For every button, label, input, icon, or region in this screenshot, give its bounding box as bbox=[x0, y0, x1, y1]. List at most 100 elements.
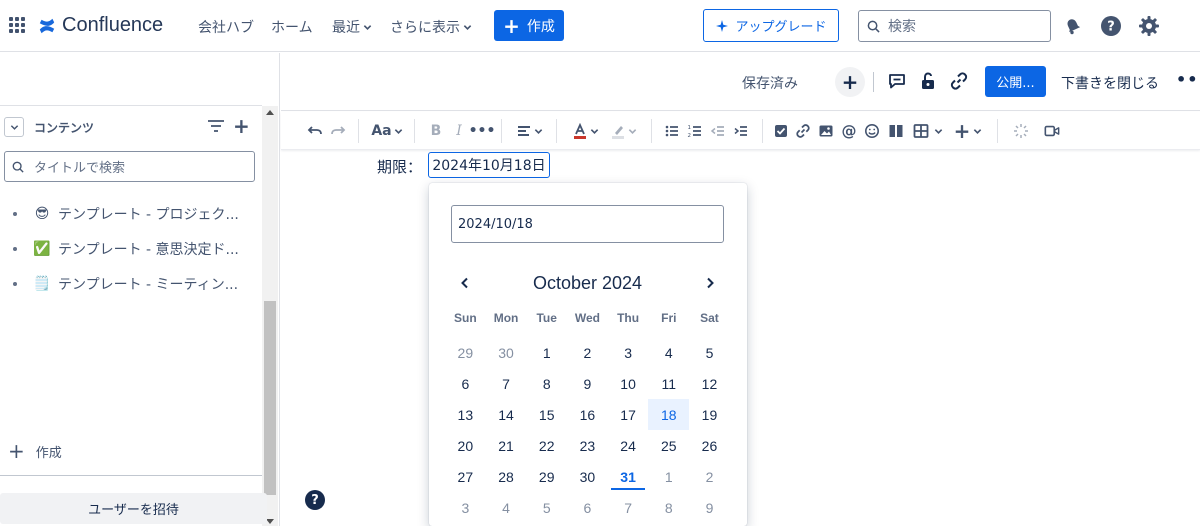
calendar-day[interactable]: 5 bbox=[526, 492, 567, 523]
calendar-day[interactable]: 15 bbox=[526, 399, 567, 430]
nav-home[interactable]: ホーム bbox=[271, 17, 313, 37]
sidebar-create-button[interactable]: + 作成 bbox=[8, 441, 62, 461]
calendar-day[interactable]: 4 bbox=[486, 492, 527, 523]
insert-image-icon[interactable] bbox=[818, 121, 834, 141]
sidebar-scrollbar[interactable] bbox=[262, 106, 278, 526]
calendar-day[interactable]: 9 bbox=[689, 492, 730, 523]
calendar-day[interactable]: 24 bbox=[608, 430, 649, 461]
calendar-day[interactable]: 2 bbox=[567, 337, 608, 368]
italic-button[interactable]: I bbox=[451, 121, 467, 141]
calendar-day[interactable]: 30 bbox=[567, 461, 608, 492]
notifications-icon[interactable] bbox=[1061, 14, 1085, 38]
bullet-list-icon[interactable] bbox=[664, 121, 680, 141]
calendar-day[interactable]: 16 bbox=[567, 399, 608, 430]
text-style-dropdown[interactable]: Aa bbox=[371, 121, 403, 141]
indent-icon[interactable] bbox=[733, 121, 749, 141]
date-chip[interactable]: 2024年10月18日 bbox=[428, 152, 550, 178]
restrictions-lock-icon[interactable] bbox=[917, 70, 939, 92]
collapse-button[interactable] bbox=[4, 117, 24, 137]
emoji-icon[interactable] bbox=[864, 121, 880, 141]
calendar-day[interactable]: 7 bbox=[486, 368, 527, 399]
nav-more[interactable]: さらに表示 bbox=[390, 17, 472, 37]
bold-button[interactable]: B bbox=[428, 121, 444, 141]
outdent-icon[interactable] bbox=[710, 121, 726, 141]
task-checkbox-icon[interactable] bbox=[773, 121, 789, 141]
calendar-day[interactable]: 29 bbox=[445, 337, 486, 368]
calendar-day[interactable]: 25 bbox=[648, 430, 689, 461]
next-month-button[interactable] bbox=[700, 273, 720, 293]
scroll-thumb[interactable] bbox=[264, 301, 276, 495]
numbered-list-icon[interactable]: 12 bbox=[687, 121, 703, 141]
date-input[interactable]: 2024/10/18 bbox=[451, 205, 724, 243]
add-collaborator-button[interactable]: + bbox=[835, 67, 865, 97]
invite-users-button[interactable]: ユーザーを招待 bbox=[0, 493, 267, 524]
comment-icon[interactable] bbox=[886, 70, 908, 92]
title-search-input[interactable]: タイトルで検索 bbox=[4, 151, 255, 182]
scroll-down-arrow-icon[interactable] bbox=[266, 519, 274, 524]
help-icon[interactable]: ? bbox=[1099, 14, 1123, 38]
calendar-day[interactable]: 27 bbox=[445, 461, 486, 492]
layouts-icon[interactable] bbox=[887, 121, 905, 141]
calendar-day[interactable]: 5 bbox=[689, 337, 730, 368]
tree-item[interactable]: 😎 テンプレート - プロジェク... bbox=[0, 196, 255, 231]
publish-button[interactable]: 公開... bbox=[985, 66, 1046, 97]
calendar-day[interactable]: 6 bbox=[567, 492, 608, 523]
calendar-day[interactable]: 1 bbox=[526, 337, 567, 368]
app-switcher-icon[interactable] bbox=[9, 17, 25, 33]
tree-item[interactable]: 🗒️ テンプレート - ミーティン... bbox=[0, 266, 255, 301]
highlight-dropdown[interactable] bbox=[608, 121, 638, 141]
scroll-up-arrow-icon[interactable] bbox=[266, 110, 274, 115]
calendar-day[interactable]: 17 bbox=[608, 399, 649, 430]
search-input[interactable]: 検索 bbox=[858, 10, 1051, 42]
table-dropdown[interactable] bbox=[912, 121, 944, 141]
calendar-day[interactable]: 4 bbox=[648, 337, 689, 368]
calendar-day[interactable]: 18 bbox=[648, 399, 690, 430]
calendar-day[interactable]: 7 bbox=[608, 492, 649, 523]
calendar-day[interactable]: 11 bbox=[648, 368, 689, 399]
confluence-logo[interactable]: Confluence bbox=[38, 14, 163, 37]
calendar-day[interactable]: 10 bbox=[608, 368, 649, 399]
calendar-day[interactable]: 23 bbox=[567, 430, 608, 461]
insert-link-icon[interactable] bbox=[795, 121, 811, 141]
calendar-day[interactable]: 29 bbox=[526, 461, 567, 492]
calendar-day[interactable]: 2 bbox=[689, 461, 730, 492]
text-color-dropdown[interactable] bbox=[570, 121, 600, 141]
help-icon[interactable]: ? bbox=[305, 490, 325, 510]
calendar-day[interactable]: 9 bbox=[567, 368, 608, 399]
video-icon[interactable] bbox=[1043, 121, 1061, 141]
calendar-day[interactable]: 22 bbox=[526, 430, 567, 461]
insert-more-dropdown[interactable]: + bbox=[953, 119, 983, 143]
link-icon[interactable] bbox=[948, 70, 970, 92]
calendar-day[interactable]: 14 bbox=[486, 399, 527, 430]
redo-icon[interactable] bbox=[329, 121, 347, 141]
calendar-day[interactable]: 13 bbox=[445, 399, 486, 430]
filter-icon[interactable] bbox=[207, 119, 225, 133]
calendar-day[interactable]: 8 bbox=[526, 368, 567, 399]
calendar-day[interactable]: 20 bbox=[445, 430, 486, 461]
create-button[interactable]: + 作成 bbox=[494, 10, 564, 41]
calendar-day[interactable]: 3 bbox=[445, 492, 486, 523]
calendar-day[interactable]: 8 bbox=[648, 492, 689, 523]
alignment-dropdown[interactable] bbox=[514, 121, 544, 141]
tree-item[interactable]: ✅ テンプレート - 意思決定ド... bbox=[0, 231, 255, 266]
calendar-day[interactable]: 19 bbox=[689, 399, 730, 430]
ai-loading-icon[interactable] bbox=[1013, 121, 1029, 141]
close-draft-button[interactable]: 下書きを閉じる bbox=[1061, 73, 1159, 93]
calendar-day[interactable]: 3 bbox=[608, 337, 649, 368]
calendar-day[interactable]: 21 bbox=[486, 430, 527, 461]
mention-icon[interactable]: @ bbox=[841, 121, 857, 141]
calendar-day[interactable]: 30 bbox=[486, 337, 527, 368]
nav-company-hub[interactable]: 会社ハブ bbox=[198, 17, 254, 37]
calendar-day[interactable]: 12 bbox=[689, 368, 730, 399]
undo-icon[interactable] bbox=[306, 121, 324, 141]
calendar-day[interactable]: 1 bbox=[648, 461, 689, 492]
upgrade-button[interactable]: アップグレード bbox=[703, 9, 839, 42]
more-actions-icon[interactable]: ••• bbox=[1176, 70, 1200, 89]
calendar-day[interactable]: 28 bbox=[486, 461, 527, 492]
calendar-day[interactable]: 31 bbox=[608, 461, 649, 492]
add-content-icon[interactable]: + bbox=[233, 114, 250, 138]
calendar-day[interactable]: 6 bbox=[445, 368, 486, 399]
more-formatting-icon[interactable]: ••• bbox=[469, 121, 496, 141]
calendar-day[interactable]: 26 bbox=[689, 430, 730, 461]
nav-recent[interactable]: 最近 bbox=[332, 17, 372, 37]
